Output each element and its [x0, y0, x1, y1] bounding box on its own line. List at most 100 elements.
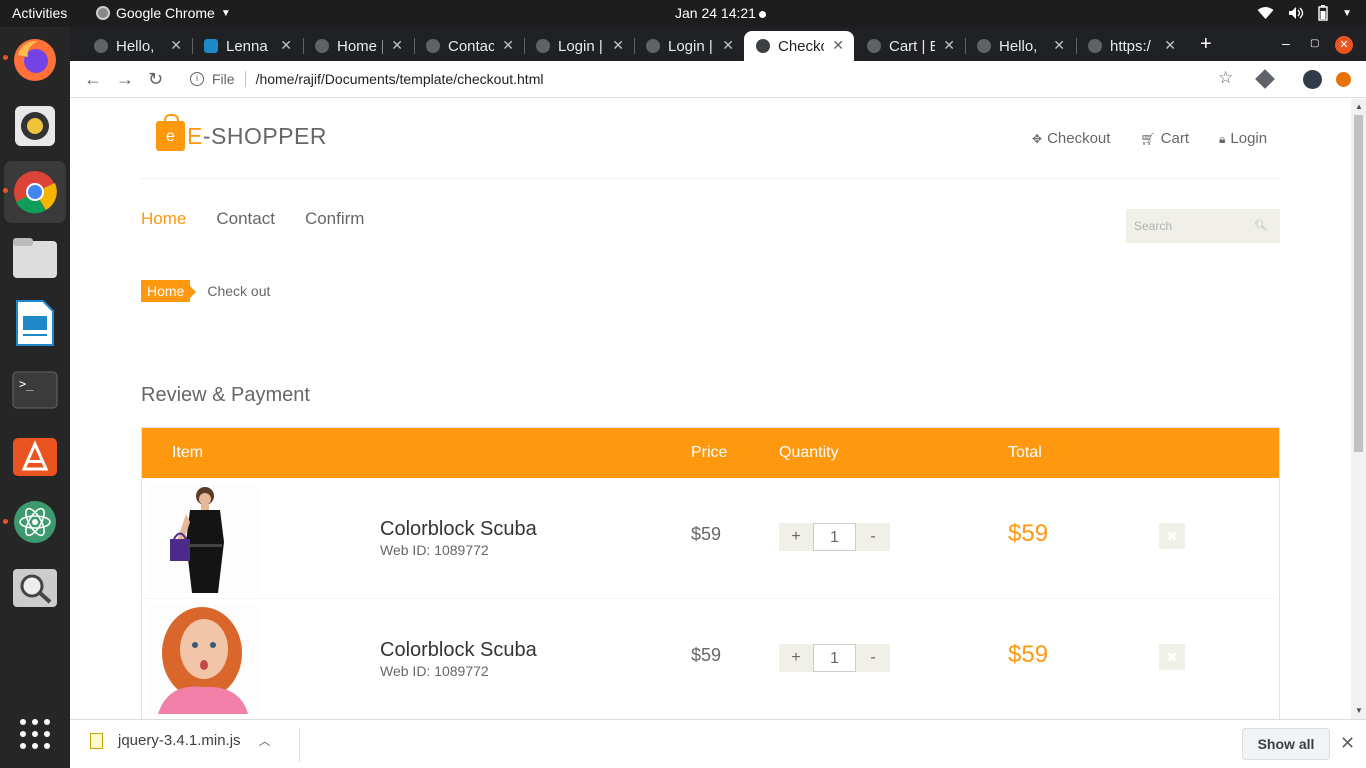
- dock: >_: [0, 27, 70, 768]
- chrome-icon: [14, 171, 57, 214]
- close-tab-icon[interactable]: ✕: [280, 37, 292, 54]
- clock[interactable]: Jan 24 14:21: [675, 5, 766, 21]
- nav-home[interactable]: Home: [141, 209, 186, 229]
- tab[interactable]: Login | ✕: [524, 31, 634, 61]
- tab[interactable]: Hello, ✕: [965, 31, 1075, 61]
- bookmark-star-icon[interactable]: ☆: [1218, 68, 1233, 88]
- rhythmbox-launcher[interactable]: [11, 102, 59, 150]
- show-all-button[interactable]: Show all: [1242, 728, 1330, 760]
- header-item: Item: [172, 444, 204, 461]
- quantity-increase-button[interactable]: +: [779, 523, 813, 551]
- product-image[interactable]: [148, 484, 258, 593]
- close-tab-icon[interactable]: ✕: [170, 37, 182, 54]
- quantity-decrease-button[interactable]: -: [856, 523, 890, 551]
- tab[interactable]: Cart | E ✕: [855, 31, 965, 61]
- tab[interactable]: Contac ✕: [414, 31, 524, 61]
- product-name[interactable]: Colorblock Scuba: [380, 639, 537, 662]
- tab-active[interactable]: Checko ✕: [744, 31, 854, 61]
- login-link[interactable]: 🔒︎ Login: [1219, 130, 1267, 147]
- writer-launcher[interactable]: [11, 299, 59, 347]
- info-icon[interactable]: i: [190, 72, 204, 86]
- maximize-button[interactable]: ▢: [1310, 38, 1319, 49]
- new-tab-button[interactable]: +: [1200, 33, 1212, 56]
- close-tab-icon[interactable]: ✕: [391, 37, 403, 54]
- quantity-increase-button[interactable]: +: [779, 644, 813, 672]
- divider: [299, 728, 300, 762]
- product-total: $59: [1008, 641, 1049, 668]
- cart-link[interactable]: 🛒︎ Cart: [1140, 130, 1189, 147]
- scrollbar-thumb[interactable]: [1354, 115, 1363, 452]
- address-bar[interactable]: i File /home/rajif/Documents/template/ch…: [180, 65, 1330, 93]
- search-icon[interactable]: 🔍︎: [1254, 219, 1268, 232]
- close-tab-icon[interactable]: ✕: [722, 37, 734, 54]
- tab[interactable]: https:/ ✕: [1076, 31, 1186, 61]
- remove-item-button[interactable]: ✖: [1159, 523, 1185, 549]
- system-menu[interactable]: ▼: [1257, 5, 1352, 21]
- software-launcher[interactable]: [11, 431, 59, 479]
- product-image[interactable]: [148, 605, 258, 714]
- tab[interactable]: Hello, ✕: [82, 31, 192, 61]
- breadcrumb-home[interactable]: Home: [141, 280, 197, 302]
- download-item[interactable]: jquery-3.4.1.min.js ︿: [90, 732, 271, 749]
- table-header: Item Price Quantity Total: [142, 428, 1279, 478]
- checkout-link[interactable]: ✥ Checkout: [1032, 130, 1110, 147]
- woman-black-dress-image: [148, 484, 258, 593]
- magnifier-icon: [13, 569, 57, 607]
- site-logo[interactable]: e E-SHOPPER: [156, 114, 327, 151]
- vertical-scrollbar[interactable]: ▲ ▼: [1351, 99, 1366, 719]
- close-window-button[interactable]: ✕: [1335, 36, 1353, 54]
- files-launcher[interactable]: [11, 234, 59, 282]
- app-menu[interactable]: Google Chrome ▼: [96, 5, 231, 21]
- gnome-top-bar: Activities Google Chrome ▼ Jan 24 14:21 …: [0, 0, 1366, 27]
- globe-icon: [977, 39, 991, 53]
- close-icon[interactable]: ✕: [1340, 733, 1355, 754]
- nav-contact[interactable]: Contact: [216, 209, 275, 229]
- search-input[interactable]: Search 🔍︎: [1126, 209, 1280, 243]
- checkout-link-label: Checkout: [1047, 130, 1111, 147]
- update-icon[interactable]: [1336, 72, 1351, 87]
- divider: [244, 71, 246, 87]
- nav-confirm[interactable]: Confirm: [305, 209, 365, 229]
- close-tab-icon[interactable]: ✕: [1164, 37, 1176, 54]
- back-button[interactable]: ←: [84, 69, 102, 90]
- profile-avatar[interactable]: [1303, 70, 1322, 89]
- chrome-window: Hello, ✕ Lenna ✕ Home | ✕ Contac ✕ Login | ✕ …: [70, 27, 1366, 768]
- remove-item-button[interactable]: ✖: [1159, 644, 1185, 670]
- tab-label: Hello,: [999, 37, 1038, 55]
- quantity-decrease-button[interactable]: -: [856, 644, 890, 672]
- tab[interactable]: Lenna ✕: [192, 31, 302, 61]
- close-tab-icon[interactable]: ✕: [943, 37, 955, 54]
- chevron-up-icon[interactable]: ︿: [259, 732, 271, 749]
- section-title: Review & Payment: [141, 384, 310, 406]
- show-applications-button[interactable]: [11, 710, 59, 758]
- activities-button[interactable]: Activities: [12, 5, 67, 21]
- firefox-launcher[interactable]: [11, 36, 59, 84]
- tab[interactable]: Login | ✕: [634, 31, 744, 61]
- scroll-up-arrow-icon[interactable]: ▲: [1355, 102, 1363, 111]
- reload-button[interactable]: ↻: [148, 69, 163, 90]
- brand-e: E: [187, 122, 203, 149]
- forward-button[interactable]: →: [116, 69, 134, 90]
- minimize-button[interactable]: –: [1282, 35, 1290, 51]
- scroll-down-arrow-icon[interactable]: ▼: [1355, 706, 1363, 715]
- close-tab-icon[interactable]: ✕: [1053, 37, 1065, 54]
- download-filename: jquery-3.4.1.min.js: [118, 732, 241, 749]
- quantity-input[interactable]: 1: [813, 523, 856, 551]
- tab-label: Login |: [558, 37, 603, 55]
- image-viewer-launcher[interactable]: [11, 564, 59, 612]
- tab-label: Login |: [668, 37, 713, 55]
- wifi-icon: [1257, 7, 1274, 19]
- login-link-label: Login: [1230, 130, 1268, 147]
- product-name[interactable]: Colorblock Scuba: [380, 518, 537, 541]
- terminal-launcher[interactable]: >_: [11, 366, 59, 414]
- chrome-launcher[interactable]: [4, 161, 66, 223]
- close-tab-icon[interactable]: ✕: [502, 37, 514, 54]
- url-text[interactable]: /home/rajif/Documents/template/checkout.…: [256, 71, 544, 87]
- atom-launcher[interactable]: [11, 498, 59, 546]
- logo-letter: e: [166, 128, 175, 145]
- quantity-input[interactable]: 1: [813, 644, 856, 672]
- close-tab-icon[interactable]: ✕: [832, 37, 844, 54]
- tab[interactable]: Home | ✕: [303, 31, 413, 61]
- app-grid-icon: [20, 719, 50, 749]
- close-tab-icon[interactable]: ✕: [612, 37, 624, 54]
